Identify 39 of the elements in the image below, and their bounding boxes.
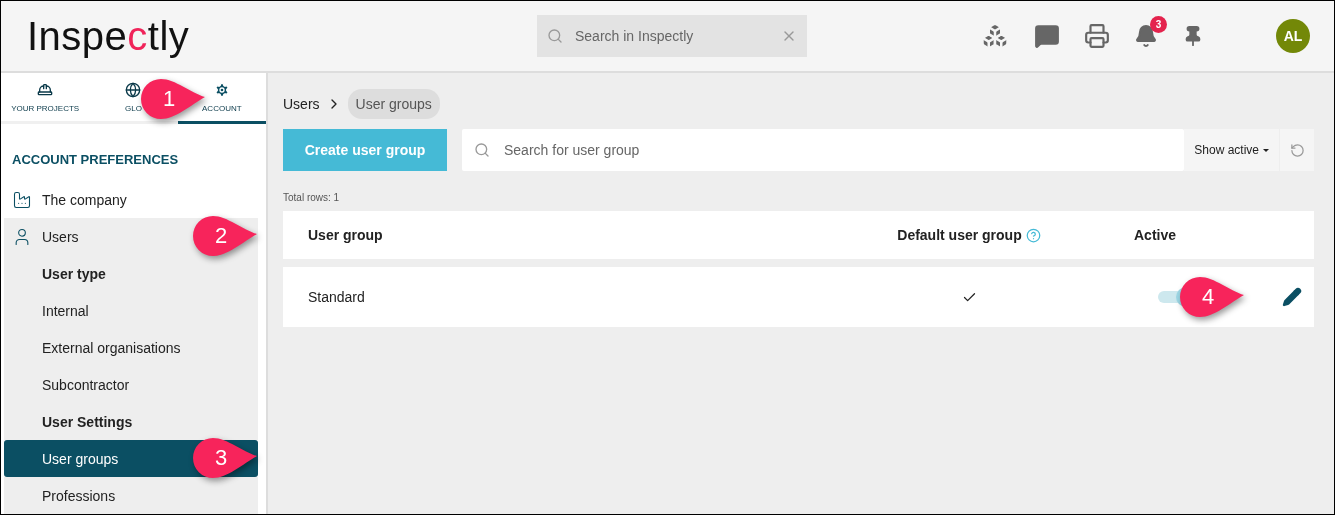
- total-rows: Total rows: 1: [283, 192, 1314, 203]
- filter-dropdown[interactable]: Show active: [1184, 129, 1279, 171]
- sidebar-section-label: User type: [4, 255, 258, 292]
- search-icon: [474, 142, 490, 158]
- printer-icon[interactable]: [1084, 23, 1110, 49]
- user-avatar[interactable]: AL: [1276, 19, 1310, 53]
- sidebar-item[interactable]: External organisations: [4, 329, 258, 366]
- sidebar-item[interactable]: The company: [11, 181, 258, 218]
- table-cell-text: Standard: [308, 289, 366, 305]
- table-row[interactable]: Standard 4: [283, 267, 1314, 327]
- column-header: Active: [1133, 227, 1178, 243]
- search-bar[interactable]: Search in Inspectly: [537, 15, 807, 57]
- helmet-icon: [37, 81, 54, 98]
- bell-icon[interactable]: [1134, 24, 1158, 48]
- sidebar-item-label: Users: [42, 228, 79, 245]
- search-icon: [547, 28, 563, 44]
- step-callout-tooltip: 3: [193, 438, 259, 478]
- breadcrumb-link[interactable]: Users: [283, 96, 320, 112]
- sidebar-item[interactable]: Subcontractor: [4, 366, 258, 403]
- step-callout-tooltip: 2: [193, 216, 259, 256]
- search-bar[interactable]: Search for user group: [462, 129, 1185, 171]
- sidebar-item[interactable]: Professions: [4, 477, 258, 514]
- sidebar-section-label: User Settings: [4, 403, 258, 440]
- edit-icon[interactable]: [1282, 287, 1302, 307]
- settings-icon: [213, 81, 230, 98]
- step-callout-tooltip: 4: [1180, 277, 1246, 317]
- column-header: Default user group: [897, 227, 1022, 243]
- column-header: User group: [308, 227, 384, 243]
- sidebar-item-label: The company: [42, 191, 127, 208]
- nav-tab[interactable]: YOUR PROJECTS: [1, 73, 90, 124]
- section-heading: ACCOUNT PREFERENCES: [11, 151, 180, 169]
- search-input[interactable]: Search in Inspectly: [573, 27, 771, 45]
- globe-icon: [125, 81, 142, 98]
- factory-icon: [12, 189, 32, 210]
- sidebar-item[interactable]: Internal: [4, 292, 258, 329]
- breadcrumb-current: User groups: [347, 89, 440, 119]
- notification-badge: 3: [1150, 16, 1167, 33]
- logo: Inspectly: [27, 13, 190, 59]
- search-input[interactable]: Search for user group: [502, 141, 1173, 159]
